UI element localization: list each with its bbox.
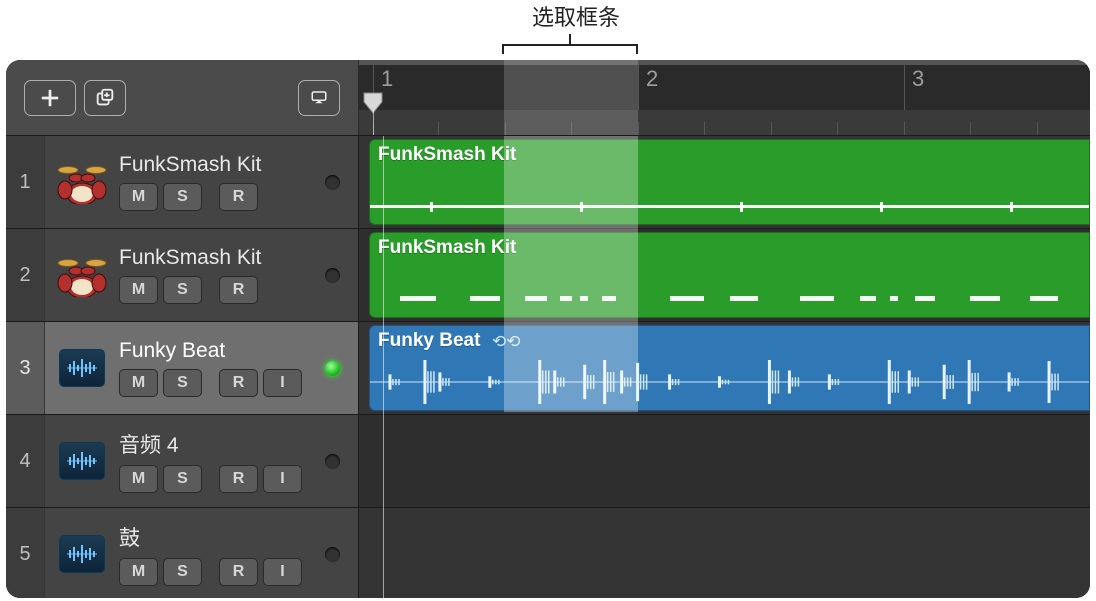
track-number: 1 — [6, 136, 45, 228]
callout-bracket — [502, 34, 638, 56]
track-number: 4 — [6, 415, 45, 507]
tracks-header: 1 2 3 — [6, 60, 1090, 136]
record-enable-button[interactable]: R — [219, 465, 258, 493]
loop-icon: ⟲⟲ — [492, 332, 521, 352]
track-number: 5 — [6, 508, 45, 598]
record-led — [325, 547, 340, 562]
track-number: 2 — [6, 229, 45, 321]
drum-kit-icon — [45, 160, 119, 204]
audio-track-icon — [45, 349, 119, 387]
region-label: FunkSmash Kit — [378, 237, 516, 259]
record-led — [325, 175, 340, 190]
duplicate-track-button[interactable] — [84, 80, 126, 116]
tracks-list: 1FunkSmash KitMSRFunkSmash Kit2FunkSmash… — [6, 136, 1090, 598]
track-lane[interactable] — [359, 415, 1090, 507]
track-lane[interactable]: FunkSmash Kit — [359, 136, 1090, 228]
mute-button[interactable]: M — [119, 183, 158, 211]
track-header[interactable]: 5 鼓MSRI — [6, 508, 359, 598]
track-row: 2 FunkSmash Kit MSR FunkSmash Kit — [6, 229, 1090, 322]
mute-button[interactable]: M — [119, 465, 158, 493]
solo-button[interactable]: S — [163, 183, 202, 211]
record-led — [325, 454, 340, 469]
record-led — [325, 361, 340, 376]
track-header[interactable]: 3 Funky Beat MSRI — [6, 322, 359, 414]
track-lane[interactable]: Funky Beat ⟲⟲ — [359, 322, 1090, 414]
track-row: 5 鼓MSRI — [6, 508, 1090, 598]
callout-label: 选取框条 — [507, 0, 645, 32]
mute-button[interactable]: M — [119, 369, 158, 397]
audio-track-icon — [45, 535, 119, 573]
track-row: 4 音频 4 MSRI — [6, 415, 1090, 508]
marquee-ruler-highlight — [504, 60, 638, 135]
mute-button[interactable]: M — [119, 276, 158, 304]
ruler[interactable]: 1 2 3 — [359, 60, 1090, 135]
region-label: Funky Beat — [378, 330, 480, 352]
track-name: FunkSmash Kit — [119, 153, 325, 177]
audio-track-icon — [45, 442, 119, 480]
track-controls-header — [6, 60, 359, 135]
marquee-ruler-strip[interactable] — [359, 60, 1090, 65]
record-enable-button[interactable]: R — [219, 183, 258, 211]
track-name: 鼓 — [119, 522, 325, 552]
solo-button[interactable]: S — [163, 369, 202, 397]
solo-button[interactable]: S — [163, 465, 202, 493]
record-enable-button[interactable]: R — [219, 558, 258, 586]
ruler-mark: 3 — [912, 66, 924, 92]
region[interactable]: FunkSmash Kit — [369, 139, 1090, 225]
track-row: 3 Funky Beat MSRI Funky Beat ⟲⟲ — [6, 322, 1090, 415]
track-number: 3 — [6, 322, 45, 414]
input-monitor-button[interactable]: I — [263, 369, 302, 397]
ruler-mark: 2 — [646, 66, 658, 92]
track-row: 1 FunkSmash Kit MSR FunkSmash Kit — [6, 136, 1090, 229]
record-led — [325, 268, 340, 283]
track-lane[interactable]: FunkSmash Kit — [359, 229, 1090, 321]
track-header[interactable]: 4 音频 4 MSRI — [6, 415, 359, 507]
tracks-area: 123 1FunkSmash KitMSRFunkSmash Kit2FunkS… — [6, 60, 1090, 598]
track-header[interactable]: 2 FunkSmash Kit MSR — [6, 229, 359, 321]
record-enable-button[interactable]: R — [219, 276, 258, 304]
input-monitor-button[interactable]: I — [263, 465, 302, 493]
global-tracks-button[interactable] — [298, 80, 340, 116]
input-monitor-button[interactable]: I — [263, 558, 302, 586]
record-enable-button[interactable]: R — [219, 369, 258, 397]
region-label: FunkSmash Kit — [378, 144, 516, 166]
track-header[interactable]: 1 FunkSmash Kit MSR — [6, 136, 359, 228]
track-name: Funky Beat — [119, 339, 325, 363]
track-name: 音频 4 — [119, 429, 325, 459]
solo-button[interactable]: S — [163, 558, 202, 586]
ruler-mark: 1 — [381, 66, 393, 92]
drum-kit-icon — [45, 253, 119, 297]
region[interactable]: Funky Beat ⟲⟲ — [369, 325, 1090, 411]
region[interactable]: FunkSmash Kit — [369, 232, 1090, 318]
track-lane[interactable] — [359, 508, 1090, 598]
add-track-button[interactable] — [24, 80, 76, 116]
track-name: FunkSmash Kit — [119, 246, 325, 270]
solo-button[interactable]: S — [163, 276, 202, 304]
mute-button[interactable]: M — [119, 558, 158, 586]
